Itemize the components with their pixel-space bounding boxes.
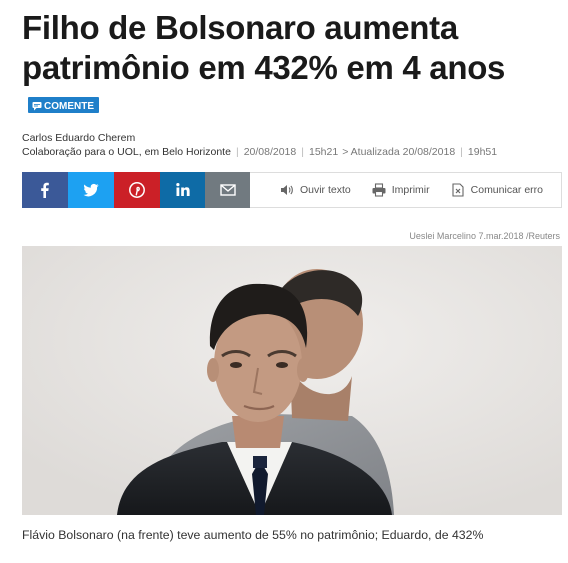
linkedin-share-button[interactable] (160, 172, 205, 208)
publish-time: 15h21 (308, 146, 339, 158)
author-role: Colaboração para o UOL, em Belo Horizont… (22, 146, 231, 158)
printer-icon (372, 183, 386, 197)
comment-icon (32, 102, 42, 111)
photo-caption: Flávio Bolsonaro (na frente) teve aument… (22, 528, 484, 542)
byline: Carlos Eduardo Cherem Colaboração para o… (22, 132, 498, 158)
listen-button[interactable]: Ouvir texto (279, 182, 351, 198)
pinterest-icon (129, 182, 145, 198)
linkedin-icon (175, 183, 190, 196)
article-tools: Ouvir texto Imprimir Comunicar erro (250, 172, 562, 208)
comment-button[interactable]: COMENTE (28, 97, 99, 113)
print-button[interactable]: Imprimir (371, 182, 430, 198)
updated-time: 19h51 (467, 146, 498, 158)
headline: Filho de Bolsonaro aumenta patrimônio em… (22, 9, 506, 86)
report-error-button[interactable]: Comunicar erro (450, 182, 543, 198)
facebook-icon (41, 182, 49, 198)
article-photo (22, 246, 562, 515)
comment-label: COMENTE (44, 100, 94, 112)
author-name: Carlos Eduardo Cherem (22, 132, 136, 144)
facebook-share-button[interactable] (22, 172, 68, 208)
email-share-button[interactable] (205, 172, 250, 208)
twitter-icon (83, 183, 99, 197)
listen-label: Ouvir texto (299, 184, 351, 196)
pinterest-share-button[interactable] (114, 172, 160, 208)
speaker-icon (280, 185, 293, 195)
updated-date: > Atualizada 20/08/2018 (342, 146, 456, 158)
share-bar: Ouvir texto Imprimir Comunicar erro (22, 172, 562, 208)
portrait-illustration (22, 246, 562, 515)
report-label: Comunicar erro (470, 184, 543, 196)
twitter-share-button[interactable] (68, 172, 114, 208)
publish-date: 20/08/2018 (243, 146, 297, 158)
report-icon (452, 183, 464, 197)
print-label: Imprimir (391, 184, 430, 196)
photo-credit: Ueslei Marcelino 7.mar.2018 /Reuters (409, 231, 560, 241)
envelope-icon (219, 184, 236, 196)
